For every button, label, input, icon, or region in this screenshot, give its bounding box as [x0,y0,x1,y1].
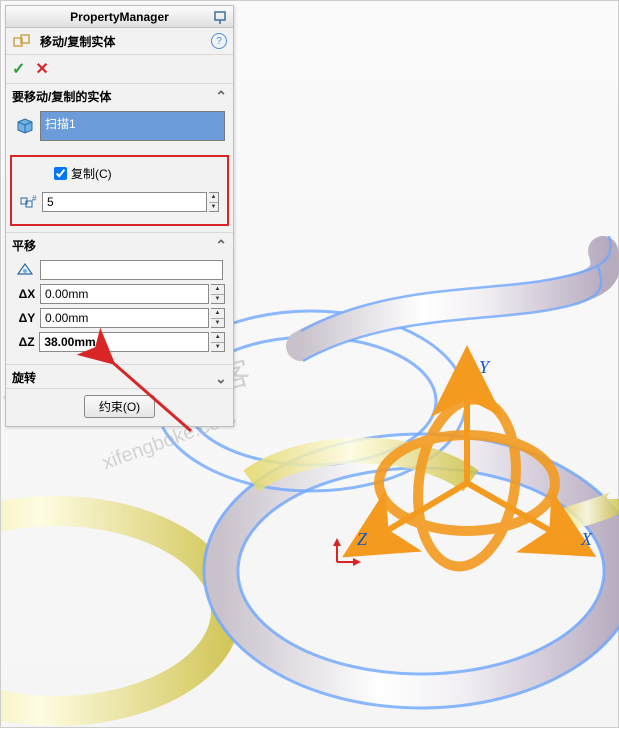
section-rotate-header[interactable]: 旋转 ⌃ [6,364,233,388]
copy-count-spinner[interactable]: ▲▼ [209,192,219,212]
dx-spinner[interactable]: ▲▼ [211,284,225,304]
triad-y-label: Y [479,357,489,378]
copy-count-input[interactable] [42,192,207,212]
section-translate-body: ΔX ▲▼ ΔY ▲▼ ΔZ ▲▼ [6,256,233,364]
translate-target-icon [14,260,36,280]
dx-label: ΔX [14,287,40,301]
copy-options-highlight: 复制(C) # ▲▼ [10,155,229,226]
dy-spinner[interactable]: ▲▼ [211,308,225,328]
ok-cancel-row: ✓ ✕ [6,55,233,84]
property-manager-panel: PropertyManager 移动/复制实体 ? ✓ ✕ 要移动/复制的实体 … [5,5,234,427]
copy-checkbox-label: 复制(C) [71,165,112,182]
chevron-down-icon: ⌃ [215,369,227,386]
pm-header: PropertyManager [6,6,233,28]
chevron-up-icon: ⌃ [215,237,227,254]
dx-input[interactable] [40,284,209,304]
dz-input[interactable] [39,332,209,352]
help-icon[interactable]: ? [211,33,227,49]
section-translate-title: 平移 [12,237,36,254]
dz-spinner[interactable]: ▲▼ [211,332,225,352]
bodies-selection-box[interactable]: 扫描1 [40,111,225,141]
move-copy-icon [12,32,34,50]
selected-body-item: 扫描1 [45,115,76,132]
feature-row: 移动/复制实体 ? [6,28,233,55]
section-translate-header[interactable]: 平移 ⌃ [6,232,233,256]
dz-label: ΔZ [14,335,39,349]
section-bodies-title: 要移动/复制的实体 [12,88,111,105]
feature-name: 移动/复制实体 [40,33,115,50]
triad-x-label: X [581,529,592,550]
section-rotate-title: 旋转 [12,369,36,386]
chevron-up-icon: ⌃ [215,88,227,105]
dy-input[interactable] [40,308,209,328]
pin-icon[interactable] [211,8,229,26]
solid-body-icon [14,116,36,136]
count-icon: # [20,192,38,212]
translate-target-input[interactable] [40,260,223,280]
origin-marker [333,538,363,568]
copy-checkbox[interactable] [54,167,67,180]
cancel-button[interactable]: ✕ [35,59,48,79]
section-bodies-body: 扫描1 [6,107,233,153]
svg-text:#: # [32,194,37,203]
pm-title: PropertyManager [70,10,169,24]
dy-label: ΔY [14,311,40,325]
constraint-button[interactable]: 约束(O) [84,395,155,418]
section-bodies-header[interactable]: 要移动/复制的实体 ⌃ [6,84,233,107]
ok-button[interactable]: ✓ [12,59,25,79]
